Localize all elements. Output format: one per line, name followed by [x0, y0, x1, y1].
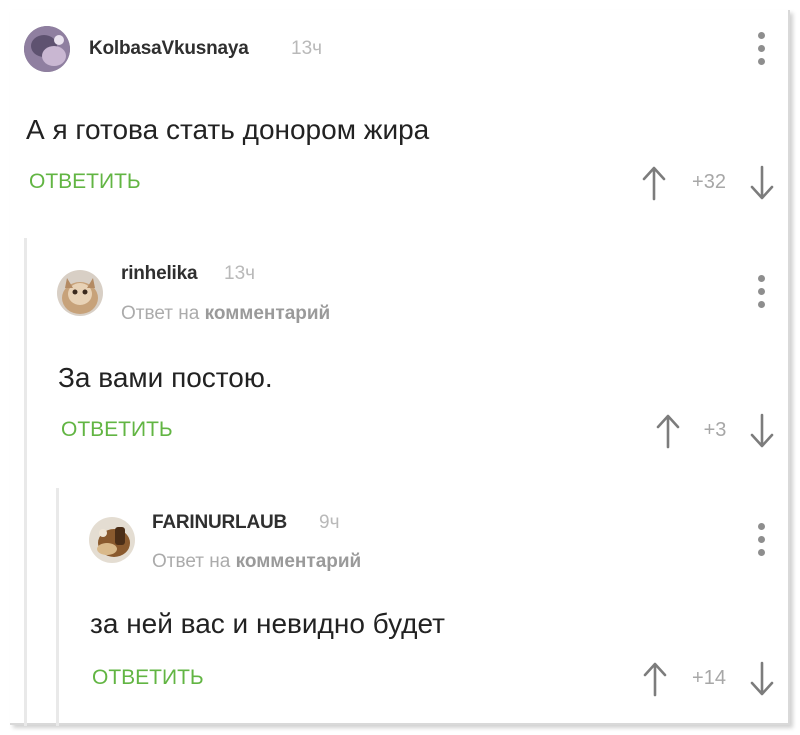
comment-3: FARINURLAUB 9ч Ответ на комментарий за н…	[10, 10, 788, 723]
more-vertical-icon[interactable]	[755, 523, 767, 557]
avatar[interactable]	[89, 517, 135, 563]
timestamp: 9ч	[319, 512, 340, 533]
arrow-down-icon[interactable]	[750, 661, 774, 697]
reply-to-link[interactable]: Ответ на комментарий	[152, 551, 361, 573]
username[interactable]: FARINURLAUB	[152, 512, 287, 534]
reply-button[interactable]: ОТВЕТИТЬ	[92, 666, 204, 690]
avatar-image	[89, 517, 135, 563]
reply-to-prefix: Ответ на	[152, 551, 231, 572]
reply-to-target[interactable]: комментарий	[236, 551, 362, 572]
score: +14	[692, 667, 726, 689]
comment-text: за ней вас и невидно будет	[90, 608, 445, 639]
comments-panel: KolbasaVkusnaya 13ч А я готова стать дон…	[10, 10, 790, 726]
arrow-up-icon[interactable]	[643, 661, 667, 697]
